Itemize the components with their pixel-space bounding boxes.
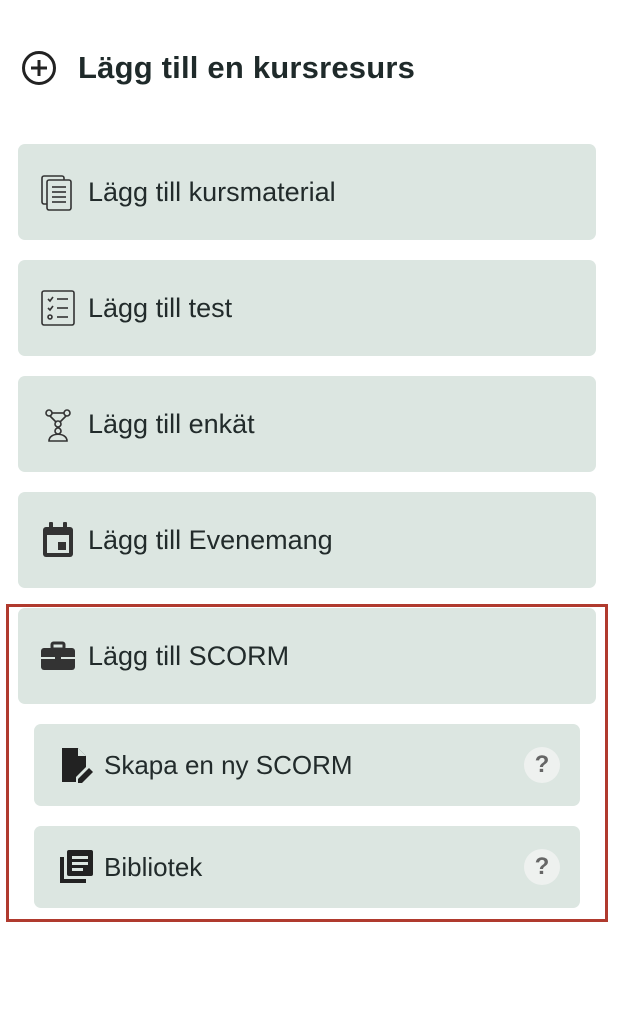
edit-document-icon — [56, 745, 96, 785]
add-scorm-label: Lägg till SCORM — [88, 640, 290, 671]
add-course-material-label: Lägg till kursmaterial — [88, 176, 336, 207]
library-icon — [56, 847, 96, 887]
add-event-button[interactable]: Lägg till Evenemang — [18, 492, 596, 588]
library-label: Bibliotek — [104, 851, 203, 882]
add-survey-button[interactable]: Lägg till enkät — [18, 376, 596, 472]
add-survey-label: Lägg till enkät — [88, 408, 255, 439]
plus-circle-icon[interactable] — [20, 49, 58, 87]
survey-icon — [38, 404, 78, 444]
checklist-icon — [38, 288, 78, 328]
add-test-label: Lägg till test — [88, 292, 233, 323]
documents-icon — [38, 172, 78, 212]
help-icon[interactable]: ? — [524, 849, 560, 885]
help-icon[interactable]: ? — [524, 747, 560, 783]
briefcase-icon — [38, 636, 78, 676]
create-new-scorm-button[interactable]: Skapa en ny SCORM ? — [34, 724, 580, 806]
add-scorm-button[interactable]: Lägg till SCORM — [18, 608, 596, 704]
add-course-material-button[interactable]: Lägg till kursmaterial — [18, 144, 596, 240]
add-test-button[interactable]: Lägg till test — [18, 260, 596, 356]
calendar-icon — [38, 520, 78, 560]
library-button[interactable]: Bibliotek ? — [34, 826, 580, 908]
add-event-label: Lägg till Evenemang — [88, 524, 333, 555]
create-new-scorm-label: Skapa en ny SCORM — [104, 749, 353, 780]
section-header: Lägg till en kursresurs — [20, 44, 415, 92]
page-title: Lägg till en kursresurs — [78, 50, 416, 85]
